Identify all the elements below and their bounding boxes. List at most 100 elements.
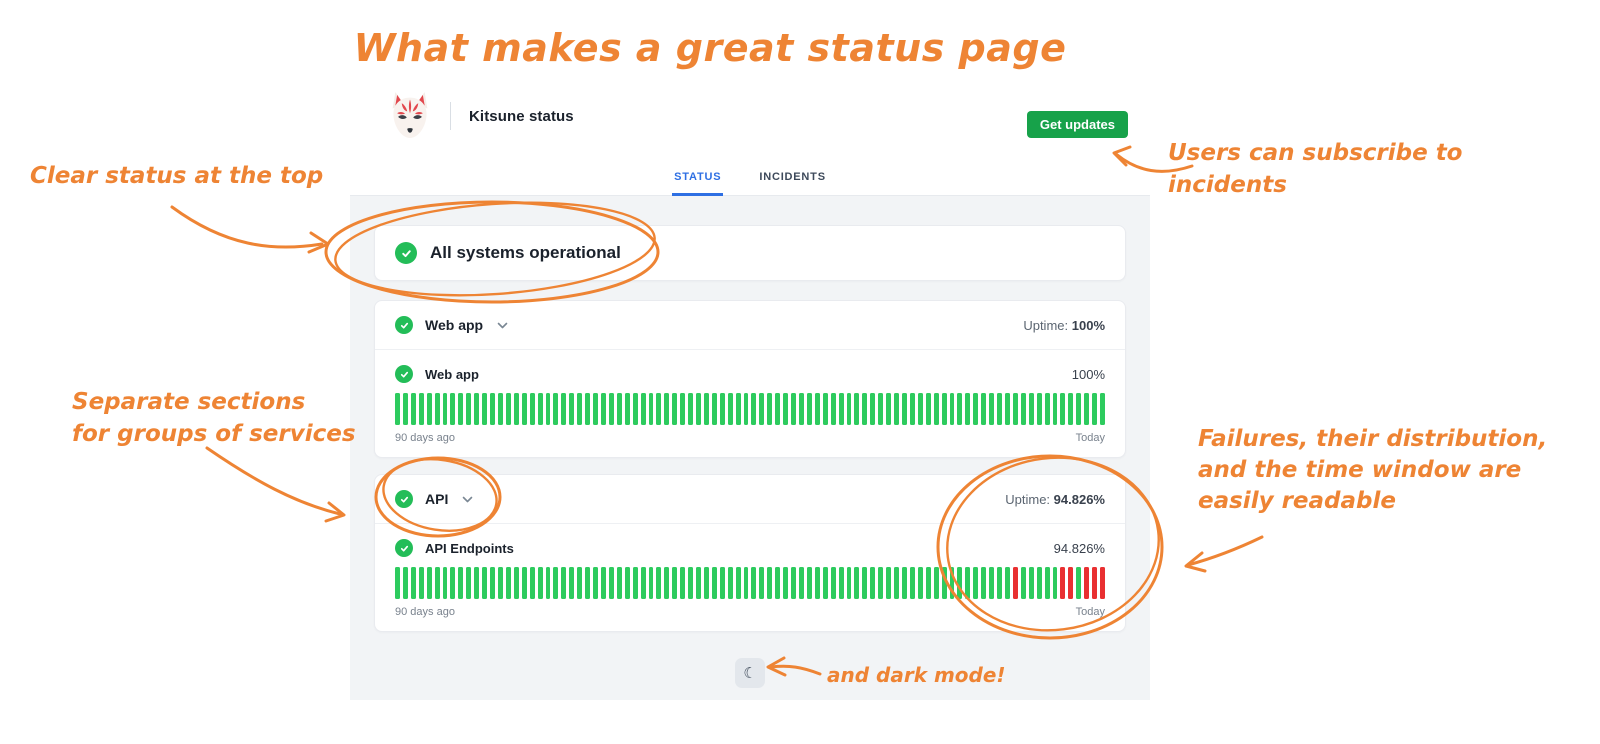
- uptime-bar-up: [854, 393, 860, 425]
- service-group-api: API Uptime: 94.826% API Endpoints 94.826…: [374, 474, 1126, 632]
- note-line: Users can subscribe to: [1168, 140, 1463, 166]
- uptime-bar-up: [577, 567, 583, 599]
- get-updates-button[interactable]: Get updates: [1026, 111, 1128, 138]
- tab-incidents[interactable]: INCIDENTS: [757, 171, 827, 196]
- uptime-bar-up: [529, 567, 535, 599]
- note-separate-sections: Separate sections for groups of services: [72, 386, 356, 450]
- uptime-bar-up: [806, 393, 812, 425]
- uptime-bar-up: [1028, 567, 1034, 599]
- group-name: Web app: [425, 317, 484, 333]
- note-line: for groups of services: [72, 421, 356, 447]
- note-line: Failures, their distribution,: [1198, 426, 1548, 452]
- uptime-bar-up: [767, 567, 773, 599]
- moon-icon: ☾: [743, 664, 757, 682]
- uptime-bar-up: [577, 393, 583, 425]
- uptime-bar-down: [1092, 567, 1098, 599]
- uptime-bar-up: [545, 567, 551, 599]
- service-uptime: 94.826%: [1053, 540, 1105, 556]
- uptime-bar-up: [632, 567, 638, 599]
- uptime-bar-up: [497, 567, 503, 599]
- service-name: API Endpoints: [425, 540, 514, 556]
- uptime-bar-up: [553, 393, 559, 425]
- uptime-bar-up: [608, 393, 614, 425]
- uptime-bar-up: [799, 393, 804, 425]
- uptime-bar-up: [981, 567, 987, 599]
- group-status-check-icon: [395, 490, 413, 508]
- uptime-bar-up: [799, 567, 804, 599]
- tab-status[interactable]: STATUS: [672, 171, 724, 196]
- uptime-bar-up: [656, 393, 662, 425]
- uptime-bar-up: [878, 567, 884, 599]
- uptime-bar-up: [632, 393, 638, 425]
- uptime-bar-up: [664, 567, 670, 599]
- dark-mode-toggle[interactable]: ☾: [735, 658, 765, 688]
- uptime-bar-up: [1076, 393, 1082, 425]
- uptime-bar-up: [886, 567, 892, 599]
- uptime-bar-up: [751, 393, 757, 425]
- uptime-bar-up: [569, 567, 575, 599]
- uptime-bar-up: [561, 393, 567, 425]
- uptime-bar-up: [886, 393, 892, 425]
- uptime-bar-up: [497, 393, 503, 425]
- uptime-bar-up: [600, 567, 606, 599]
- group-uptime-label: Uptime:: [1005, 491, 1051, 507]
- note-line: and the time window are: [1198, 457, 1522, 483]
- uptime-bar-up: [1020, 567, 1026, 599]
- tab-bar: STATUS INCIDENTS: [350, 171, 1150, 196]
- uptime-bar-up: [703, 393, 709, 425]
- uptime-bar-strip: [395, 393, 1105, 425]
- uptime-bar-up: [1076, 567, 1082, 599]
- uptime-bar-up: [418, 393, 424, 425]
- uptime-bar-up: [569, 393, 575, 425]
- uptime-bar-up: [909, 393, 915, 425]
- uptime-bar-up: [1044, 393, 1050, 425]
- uptime-bar-up: [395, 567, 400, 599]
- uptime-bar-up: [608, 567, 614, 599]
- uptime-bar-up: [854, 567, 860, 599]
- uptime-bar-up: [727, 567, 733, 599]
- note-subscribe: Users can subscribe to incidents: [1168, 137, 1463, 201]
- uptime-bar-up: [917, 567, 923, 599]
- note-clear-status: Clear status at the top: [30, 163, 324, 189]
- group-status-check-icon: [395, 316, 413, 334]
- uptime-bar-up: [513, 567, 519, 599]
- uptime-bar-up: [989, 393, 995, 425]
- uptime-bar-up: [585, 393, 591, 425]
- chevron-down-icon[interactable]: [497, 322, 508, 329]
- uptime-bar-up: [997, 393, 1002, 425]
- group-name: API: [425, 491, 449, 507]
- uptime-bar-up: [759, 393, 765, 425]
- uptime-bar-up: [830, 393, 836, 425]
- uptime-bar-up: [759, 567, 765, 599]
- uptime-bar-up: [719, 567, 725, 599]
- group-uptime-value: 100%: [1071, 317, 1105, 333]
- uptime-bar-up: [1036, 393, 1042, 425]
- group-header-api[interactable]: API Uptime: 94.826%: [375, 475, 1125, 524]
- window-end-label: Today: [1075, 606, 1105, 618]
- uptime-bar-up: [814, 567, 820, 599]
- uptime-bar-up: [529, 393, 535, 425]
- uptime-bar-up: [418, 567, 424, 599]
- uptime-bar-up: [466, 567, 472, 599]
- uptime-bar-up: [624, 567, 630, 599]
- uptime-bar-up: [434, 567, 440, 599]
- uptime-bar-up: [537, 393, 543, 425]
- uptime-bar-up: [513, 393, 519, 425]
- uptime-bar-up: [846, 393, 852, 425]
- uptime-bar-down: [1084, 567, 1090, 599]
- uptime-bar-up: [1052, 393, 1058, 425]
- group-header-web-app[interactable]: Web app Uptime: 100%: [375, 301, 1125, 350]
- uptime-bar-up: [585, 567, 591, 599]
- uptime-bar-up: [941, 567, 947, 599]
- note-line: easily readable: [1198, 488, 1396, 514]
- uptime-bar-up: [783, 567, 789, 599]
- chevron-down-icon[interactable]: [462, 496, 473, 503]
- uptime-bar-up: [870, 393, 876, 425]
- uptime-bar-up: [838, 393, 844, 425]
- uptime-bar-up: [989, 567, 995, 599]
- uptime-bar-up: [402, 393, 408, 425]
- uptime-bar-up: [703, 567, 709, 599]
- uptime-bar-up: [902, 567, 907, 599]
- uptime-bar-up: [696, 393, 701, 425]
- uptime-bar-up: [458, 567, 464, 599]
